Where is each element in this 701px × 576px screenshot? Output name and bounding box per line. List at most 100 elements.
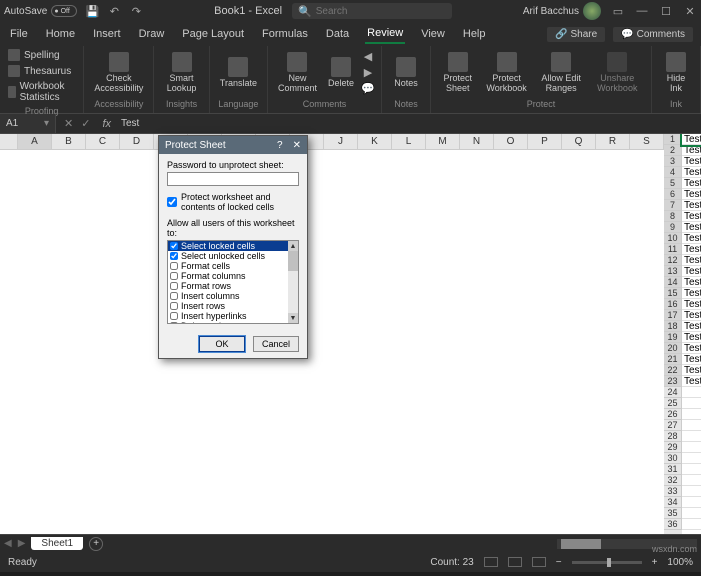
cell[interactable]: Test [682, 310, 701, 321]
col-header[interactable]: P [528, 134, 562, 150]
row-header[interactable]: 35 [664, 508, 682, 519]
cell[interactable]: Test [682, 178, 701, 189]
save-icon[interactable]: 💾 [85, 4, 99, 18]
tab-file[interactable]: File [8, 25, 30, 43]
protect-contents-check-input[interactable] [167, 197, 177, 207]
row-header[interactable]: 24 [664, 387, 682, 398]
row-header[interactable]: 26 [664, 409, 682, 420]
col-header[interactable]: N [460, 134, 494, 150]
scroll-thumb[interactable] [288, 251, 298, 271]
tab-page-layout[interactable]: Page Layout [180, 25, 246, 43]
cell[interactable]: Test [682, 277, 701, 288]
cell[interactable] [682, 464, 701, 475]
share-button[interactable]: 🔗 Share [547, 27, 605, 42]
permission-option[interactable]: Format cells [168, 261, 298, 271]
col-header[interactable]: M [426, 134, 460, 150]
row-header[interactable]: 32 [664, 475, 682, 486]
cell[interactable]: Test [682, 233, 701, 244]
autosave-toggle[interactable]: AutoSave ● Off [4, 5, 77, 17]
dialog-titlebar[interactable]: Protect Sheet ? ✕ [159, 136, 307, 154]
permission-checkbox[interactable] [170, 242, 178, 250]
autosave-switch[interactable]: ● Off [51, 5, 77, 17]
cell[interactable]: Test [682, 134, 701, 145]
cell[interactable] [682, 387, 701, 398]
row-header[interactable]: 6 [664, 189, 682, 200]
cancel-formula-icon[interactable]: ✕ [64, 117, 73, 130]
row-header[interactable]: 1 [664, 134, 682, 145]
cell[interactable] [682, 420, 701, 431]
thesaurus-button[interactable]: Thesaurus [6, 64, 77, 78]
col-header[interactable]: L [392, 134, 426, 150]
cell[interactable] [682, 508, 701, 519]
col-header[interactable]: C [86, 134, 120, 150]
permission-option[interactable]: Insert columns [168, 291, 298, 301]
cell[interactable] [682, 486, 701, 497]
view-pagebreak-icon[interactable] [532, 557, 546, 567]
redo-icon[interactable]: ↷ [129, 4, 143, 18]
undo-icon[interactable]: ↶ [107, 4, 121, 18]
tab-view[interactable]: View [419, 25, 447, 43]
comments-button[interactable]: 💬 Comments [613, 27, 693, 42]
scroll-up-icon[interactable]: ▲ [288, 241, 298, 251]
col-header[interactable]: S [630, 134, 664, 150]
fx-icon[interactable]: fx [98, 118, 115, 130]
row-header[interactable]: 8 [664, 211, 682, 222]
cell[interactable] [682, 442, 701, 453]
col-header[interactable]: O [494, 134, 528, 150]
permission-checkbox[interactable] [170, 252, 178, 260]
formula-bar[interactable]: Test [115, 118, 701, 129]
cancel-button[interactable]: Cancel [253, 336, 299, 352]
ok-button[interactable]: OK [199, 336, 245, 352]
list-scrollbar[interactable]: ▲ ▼ [288, 241, 298, 323]
zoom-level[interactable]: 100% [667, 557, 693, 568]
zoom-out-icon[interactable]: − [556, 557, 562, 568]
cell[interactable]: Test [682, 244, 701, 255]
row-header[interactable]: 21 [664, 354, 682, 365]
protect-sheet-button[interactable]: Protect Sheet [437, 50, 479, 96]
permission-option[interactable]: Select unlocked cells [168, 251, 298, 261]
row-header[interactable]: 3 [664, 156, 682, 167]
permission-checkbox[interactable] [170, 272, 178, 280]
translate-button[interactable]: Translate [216, 55, 261, 91]
permission-option[interactable]: Delete columns [168, 321, 298, 324]
row-header[interactable]: 5 [664, 178, 682, 189]
row-header[interactable]: 29 [664, 442, 682, 453]
group-label-ink[interactable]: Ink [658, 97, 694, 111]
tab-home[interactable]: Home [44, 25, 77, 43]
cell[interactable]: Test [682, 211, 701, 222]
row-header[interactable]: 28 [664, 431, 682, 442]
row-header[interactable]: 14 [664, 277, 682, 288]
tab-data[interactable]: Data [324, 25, 351, 43]
maximize-icon[interactable]: ☐ [659, 4, 673, 18]
permission-checkbox[interactable] [170, 292, 178, 300]
cell[interactable]: Test [682, 222, 701, 233]
row-header[interactable]: 30 [664, 453, 682, 464]
close-icon[interactable]: ✕ [683, 4, 697, 18]
prev-comment-icon[interactable]: ◀ [361, 50, 375, 64]
group-label-insights[interactable]: Insights [160, 97, 202, 111]
permission-option[interactable]: Insert hyperlinks [168, 311, 298, 321]
cell[interactable] [682, 431, 701, 442]
group-label-language[interactable]: Language [216, 97, 261, 111]
row-header[interactable]: 25 [664, 398, 682, 409]
cell[interactable] [682, 475, 701, 486]
col-header[interactable]: D [120, 134, 154, 150]
permission-checkbox[interactable] [170, 262, 178, 270]
permission-checkbox[interactable] [170, 302, 178, 310]
cell[interactable]: Test [682, 376, 701, 387]
row-header[interactable]: 22 [664, 365, 682, 376]
col-header[interactable]: Q [562, 134, 596, 150]
ribbon-options-icon[interactable]: ▭ [611, 4, 625, 18]
permissions-list[interactable]: Select locked cellsSelect unlocked cells… [167, 240, 299, 324]
cell[interactable] [682, 519, 701, 530]
row-header[interactable]: 34 [664, 497, 682, 508]
select-all-corner[interactable] [0, 134, 18, 150]
col-header[interactable]: A [18, 134, 52, 150]
group-label-accessibility[interactable]: Accessibility [90, 97, 147, 111]
cell[interactable]: Test [682, 365, 701, 376]
col-header[interactable]: J [324, 134, 358, 150]
row-header[interactable]: 7 [664, 200, 682, 211]
sheet-tab[interactable]: Sheet1 [31, 537, 83, 550]
delete-comment-button[interactable]: Delete [323, 55, 359, 91]
cell[interactable]: Test [682, 354, 701, 365]
